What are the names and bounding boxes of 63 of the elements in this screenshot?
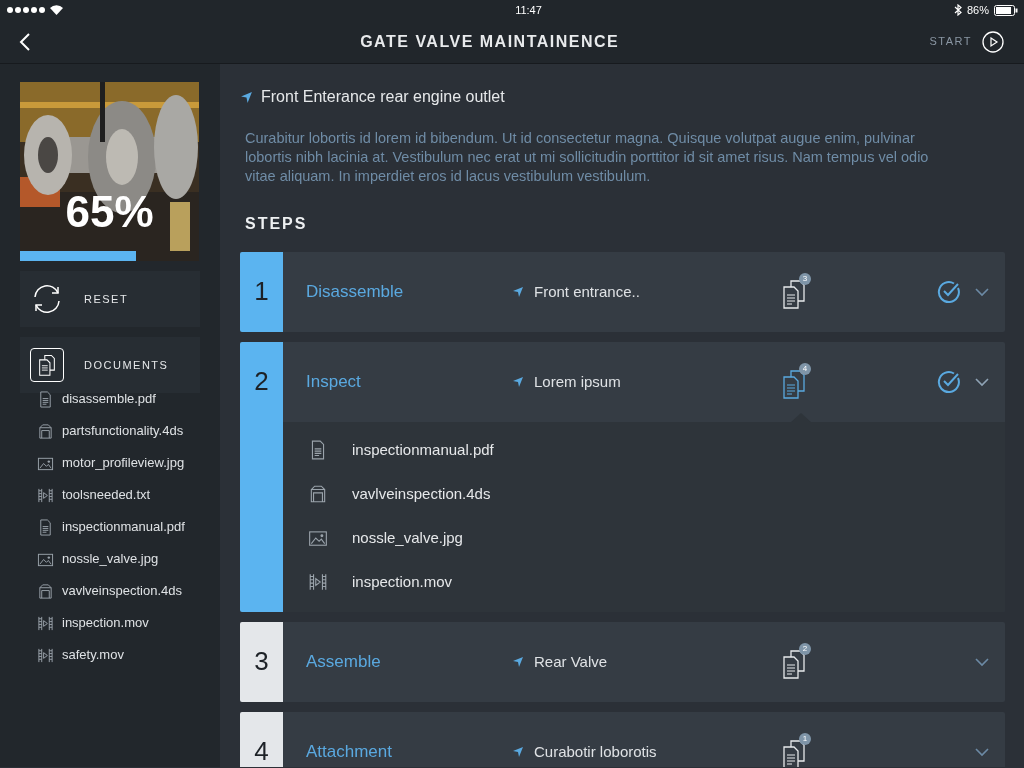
step-location: Lorem ipsum <box>534 371 622 392</box>
screen-title: GATE VALVE MAINTAINENCE <box>360 31 620 52</box>
start-button[interactable]: START <box>929 30 1024 53</box>
document-icon <box>37 518 54 536</box>
wifi-icon <box>50 5 63 15</box>
battery-icon <box>994 4 1018 16</box>
step-title[interactable]: Disassemble <box>306 279 512 305</box>
film-icon <box>37 614 54 632</box>
step-number: 3 <box>240 622 283 702</box>
location-arrow-icon <box>512 376 524 388</box>
box-icon <box>37 422 54 440</box>
document-icon <box>37 390 54 408</box>
step-title[interactable]: Assemble <box>306 649 512 675</box>
image-icon <box>307 528 328 548</box>
document-link[interactable]: safety.mov <box>62 645 124 665</box>
step-number: 1 <box>240 252 283 332</box>
progress-percent: 65% <box>65 187 154 236</box>
step-number: 4 <box>240 712 283 767</box>
location-arrow-icon <box>512 656 524 668</box>
count-badge: 4 <box>799 363 811 375</box>
reset-button[interactable]: RESET <box>20 271 200 327</box>
step-number: 2 <box>240 342 283 612</box>
document-link[interactable]: inspection.mov <box>352 570 453 594</box>
location-arrow-icon <box>240 90 253 104</box>
description-text: Curabitur lobortis id lorem id bibendum. Ut id consectetur magna. Quisque volutpat augue enim, pulvinar lobortis nibh lacinia at. Vestibulum nec erat ut mi sollicitudin porttitor id sit amet risus. Nam tempus vel odio vitae aliquam. In imperdiet eros id lacus vestibulum vestibulum. <box>245 129 930 186</box>
film-icon <box>307 572 328 592</box>
document-link[interactable]: vavlveinspection.4ds <box>62 581 182 601</box>
step-location: Front entrance.. <box>534 281 641 302</box>
step-title[interactable]: Inspect <box>306 369 512 395</box>
document-link[interactable]: motor_profileview.jpg <box>62 453 185 473</box>
play-icon <box>982 30 1004 53</box>
location-arrow-icon <box>512 286 524 298</box>
status-time: 11:47 <box>515 2 542 18</box>
step-title[interactable]: Attachment <box>306 739 512 765</box>
signal-icon <box>6 6 46 14</box>
document-link[interactable]: inspectionmanual.pdf <box>62 517 185 537</box>
film-icon <box>37 486 54 504</box>
chevron-down-icon[interactable] <box>975 657 989 667</box>
count-badge: 3 <box>799 273 811 285</box>
back-icon <box>19 31 31 52</box>
film-icon <box>37 646 54 664</box>
chevron-down-icon[interactable] <box>975 287 989 297</box>
document-link[interactable]: inspection.mov <box>62 613 149 633</box>
document-link[interactable]: inspectionmanual.pdf <box>352 438 494 462</box>
count-badge: 1 <box>799 733 811 745</box>
location-arrow-icon <box>512 746 524 758</box>
document-link[interactable]: partsfunctionality.4ds <box>62 421 184 441</box>
steps-heading: STEPS <box>245 214 309 234</box>
step-location: Curabotir loborotis <box>534 741 658 762</box>
document-link[interactable]: nossle_valve.jpg <box>62 549 159 569</box>
documents-button[interactable]: DOCUMENTS <box>20 337 200 393</box>
document-link[interactable]: toolsneeded.txt <box>62 485 151 505</box>
chevron-down-icon[interactable] <box>975 747 989 757</box>
document-link[interactable]: nossle_valve.jpg <box>352 526 463 550</box>
location-text: Front Enterance rear engine outlet <box>261 87 505 107</box>
documents-icon <box>30 348 64 382</box>
bluetooth-icon <box>953 4 962 16</box>
chevron-down-icon[interactable] <box>975 377 989 387</box>
step-location: Rear Valve <box>534 651 609 672</box>
box-icon <box>37 582 54 600</box>
battery-percent: 86% <box>966 2 989 18</box>
count-badge: 2 <box>799 643 811 655</box>
document-link[interactable]: vavlveinspection.4ds <box>352 482 491 506</box>
